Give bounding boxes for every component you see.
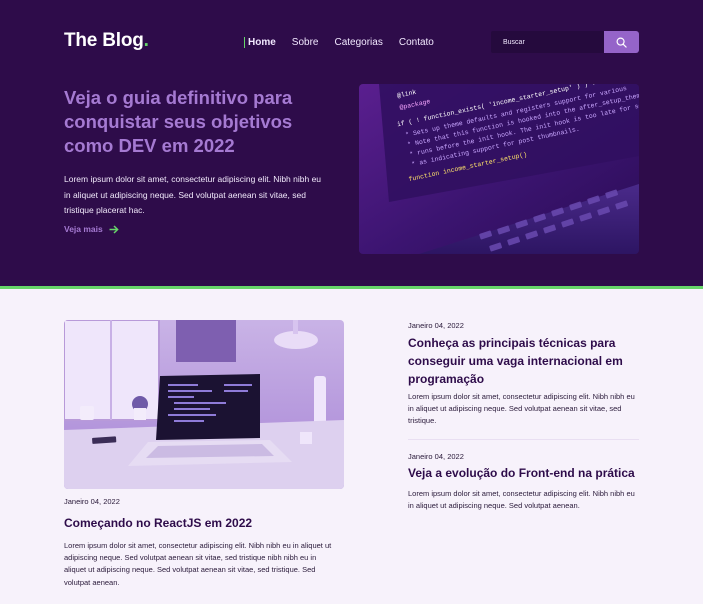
hero-image-code-laptop: @link @package if ( ! function_exists( '… — [359, 84, 639, 254]
main-nav: Home Sobre Categorias Contato — [244, 37, 434, 48]
hero-text: Lorem ipsum dolor sit amet, consectetur … — [64, 174, 322, 215]
post-date: Janeiro 04, 2022 — [408, 321, 464, 330]
featured-post-image[interactable] — [64, 320, 344, 489]
search-input[interactable] — [491, 31, 604, 53]
veja-mais-link[interactable]: Veja mais — [64, 224, 119, 234]
search-icon — [616, 37, 627, 48]
post-excerpt: Lorem ipsum dolor sit amet, consectetur … — [408, 489, 635, 511]
hero-title: Veja o guia definitivo para conquistar s… — [64, 87, 293, 156]
logo[interactable]: The Blog. — [64, 30, 149, 52]
logo-dot: . — [143, 30, 149, 51]
nav-contato[interactable]: Contato — [399, 37, 434, 48]
nav-home[interactable]: Home — [244, 37, 276, 48]
featured-post-excerpt: Lorem ipsum dolor sit amet, consectetur … — [64, 541, 332, 587]
featured-post-title[interactable]: Começando no ReactJS em 2022 — [64, 516, 252, 530]
search-box — [491, 31, 639, 53]
post-title[interactable]: Conheça as principais técnicas para cons… — [408, 334, 640, 388]
post-title[interactable]: Veja a evolução do Front-end na prática — [408, 466, 635, 480]
logo-text: The Blog — [64, 30, 144, 51]
arrow-right-icon — [109, 224, 119, 234]
featured-post-date: Janeiro 04, 2022 — [64, 497, 120, 506]
hero-section: The Blog. Home Sobre Categorias Contato … — [0, 0, 703, 286]
nav-sobre[interactable]: Sobre — [292, 37, 319, 48]
post-date: Janeiro 04, 2022 — [408, 452, 464, 461]
veja-mais-label: Veja mais — [64, 224, 103, 234]
nav-categorias[interactable]: Categorias — [334, 37, 382, 48]
hero-divider-bar — [0, 286, 703, 289]
post-divider — [408, 439, 639, 440]
search-button[interactable] — [604, 31, 639, 53]
post-excerpt: Lorem ipsum dolor sit amet, consectetur … — [408, 392, 635, 426]
